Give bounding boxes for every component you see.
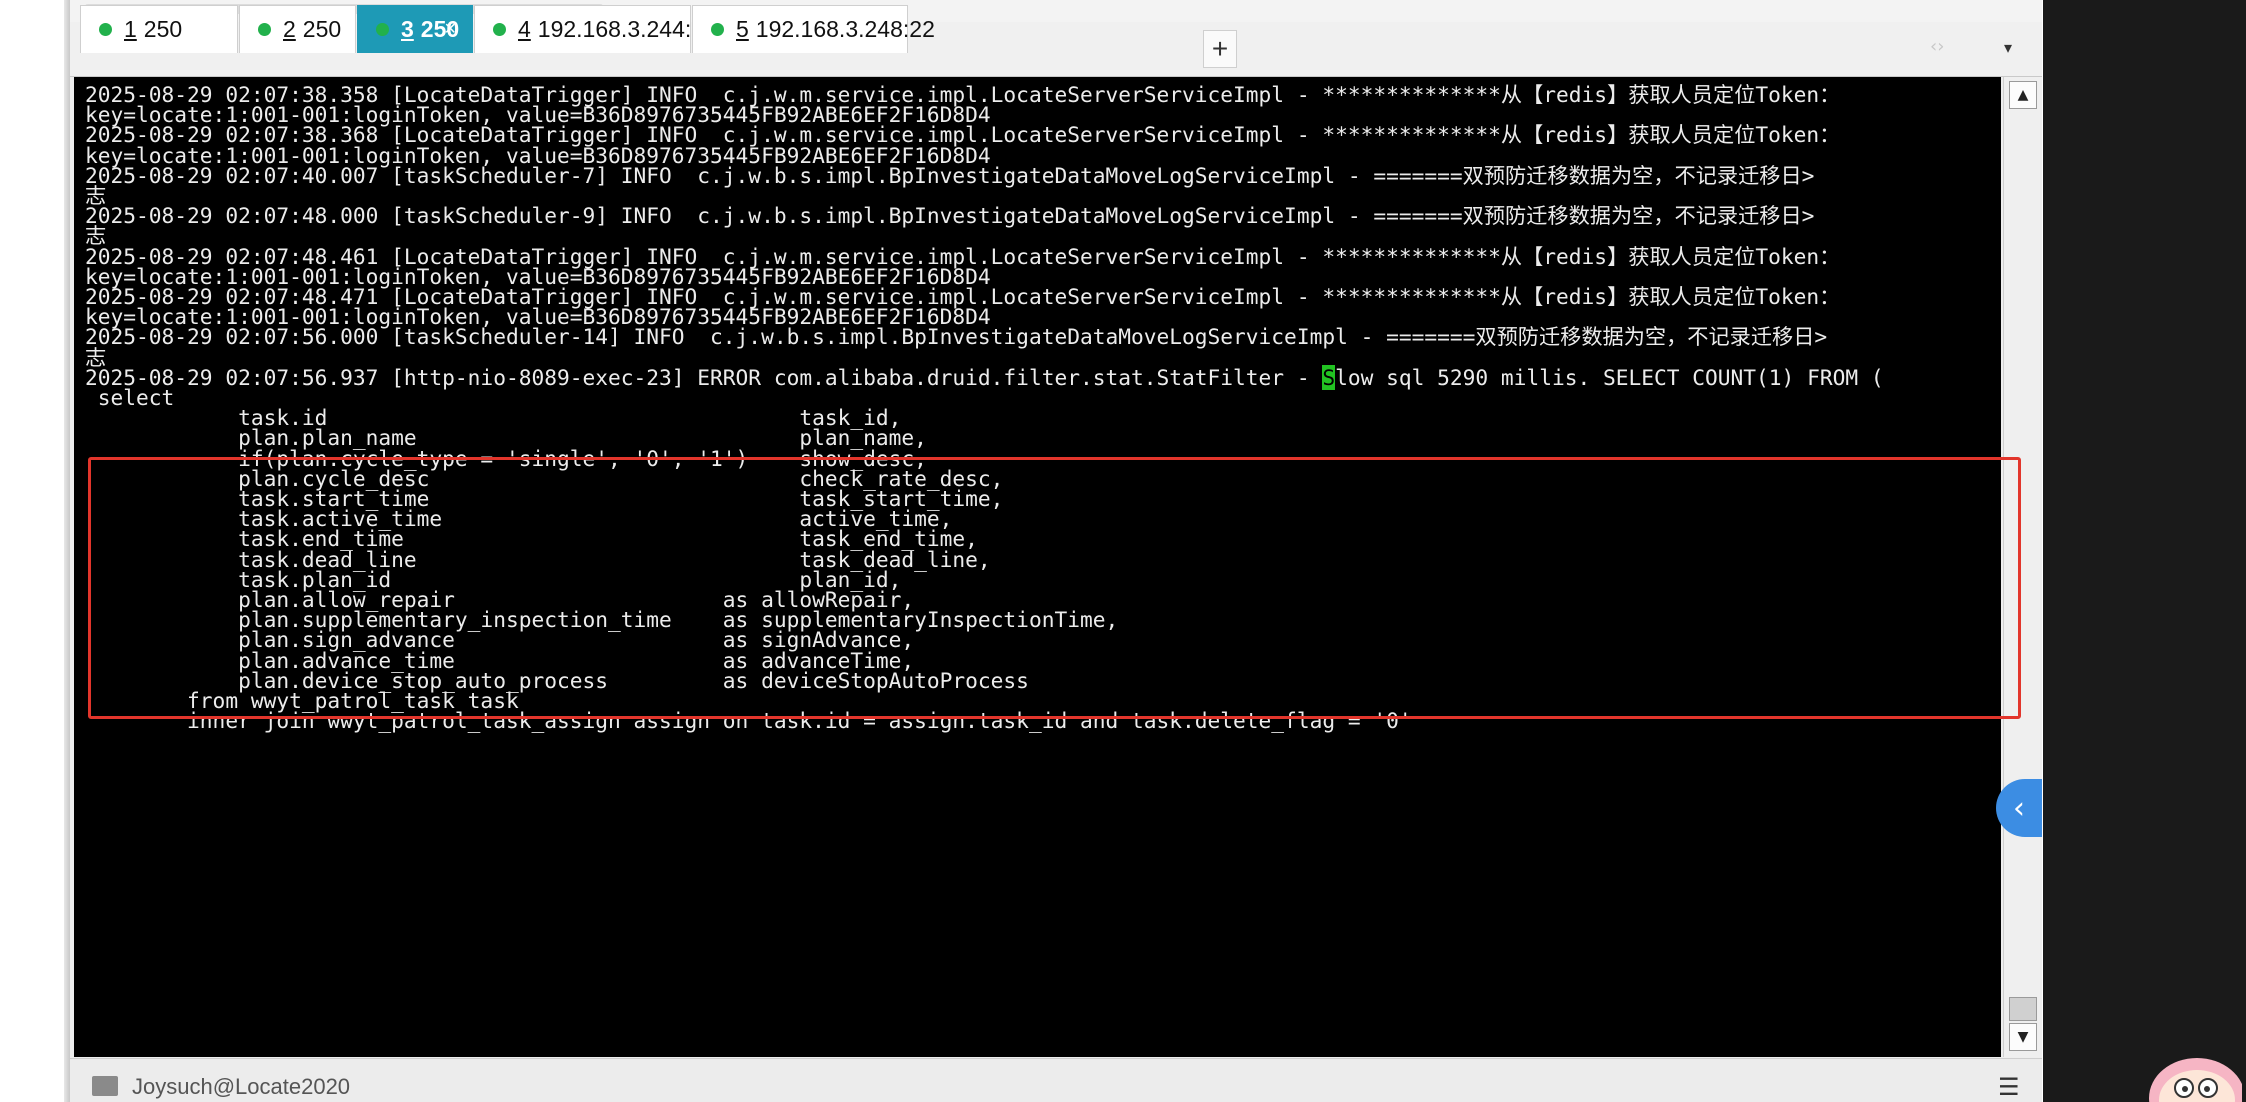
tab-session-1[interactable]: 1 250 (80, 5, 238, 53)
terminal-line-text: 2025-08-29 02:07:56.000 [taskScheduler-1… (85, 324, 1828, 350)
connected-status-icon (258, 23, 271, 36)
terminal-line-text: inner join wwyt_patrol_task_assign assig… (85, 708, 1412, 734)
connected-status-icon (99, 23, 112, 36)
cartoon-sticker-icon (2149, 1058, 2242, 1102)
vertical-scrollbar[interactable]: ▲ ▼ (2003, 77, 2042, 1057)
terminal-line-text: 2025-08-29 02:07:40.007 [taskScheduler-7… (85, 162, 1815, 188)
session-icon (92, 1076, 118, 1096)
new-tab-button[interactable]: + (1203, 30, 1237, 68)
terminal-line-text: 2025-08-29 02:07:56.937 [http-nio-8089-e… (85, 364, 1323, 390)
scrollbar-thumb[interactable] (2009, 997, 2037, 1021)
tab-session-5[interactable]: 5 192.168.3.248:22 (692, 5, 935, 53)
scroll-up-icon[interactable]: ▲ (2009, 81, 2037, 109)
desktop-left-margin (0, 0, 68, 1102)
connected-status-icon (711, 23, 724, 36)
terminal-line: 2025-08-29 02:07:56.937 [http-nio-8089-e… (85, 363, 1884, 392)
menu-icon[interactable]: ☰ (1998, 1073, 2020, 1101)
tab-label: 5 192.168.3.248:22 (736, 16, 935, 42)
connected-status-icon (376, 23, 389, 36)
tab-scroll-arrows-icon[interactable]: ‹› (1930, 36, 2010, 60)
terminal-window: 1 250 2 250 3 250 × 4 192.168.3.244:22 5 192.… (70, 0, 2042, 1102)
tab-session-2[interactable]: 2 250 (239, 5, 356, 53)
scroll-down-icon[interactable]: ▼ (2009, 1023, 2037, 1051)
terminal-cursor: S (1322, 364, 1336, 390)
tab-list-dropdown-icon[interactable]: ▾ (2004, 38, 2012, 57)
desktop-right-area (2043, 0, 2246, 1102)
tab-label: 4 192.168.3.244:22 (518, 16, 717, 42)
terminal-line-text: low sql 5290 millis. SELECT COUNT(1) FRO… (1335, 364, 1884, 390)
tab-label: 1 250 (124, 16, 183, 42)
terminal-line: 2025-08-29 02:07:48.000 [taskScheduler-9… (85, 201, 1814, 230)
connected-status-icon (493, 23, 506, 36)
terminal-output[interactable]: 2025-08-29 02:07:38.358 [LocateDataTrigg… (74, 77, 2001, 1057)
tab-label: 2 250 (283, 16, 342, 42)
terminal-line: 2025-08-29 02:07:56.000 [taskScheduler-1… (85, 322, 1827, 351)
terminal-line-text: 2025-08-29 02:07:48.000 [taskScheduler-9… (85, 203, 1815, 229)
session-name: Joysuch@Locate2020 (132, 1074, 351, 1099)
tab-session-4[interactable]: 4 192.168.3.244:22 (474, 5, 717, 53)
status-bar: Joysuch@Locate2020 ☰ (70, 1058, 2042, 1102)
terminal-line: inner join wwyt_patrol_task_assign assig… (85, 706, 1412, 735)
close-tab-icon[interactable]: × (444, 18, 456, 41)
tab-session-3[interactable]: 3 250 × (357, 5, 473, 53)
terminal-line: 2025-08-29 02:07:40.007 [taskScheduler-7… (85, 161, 1814, 190)
